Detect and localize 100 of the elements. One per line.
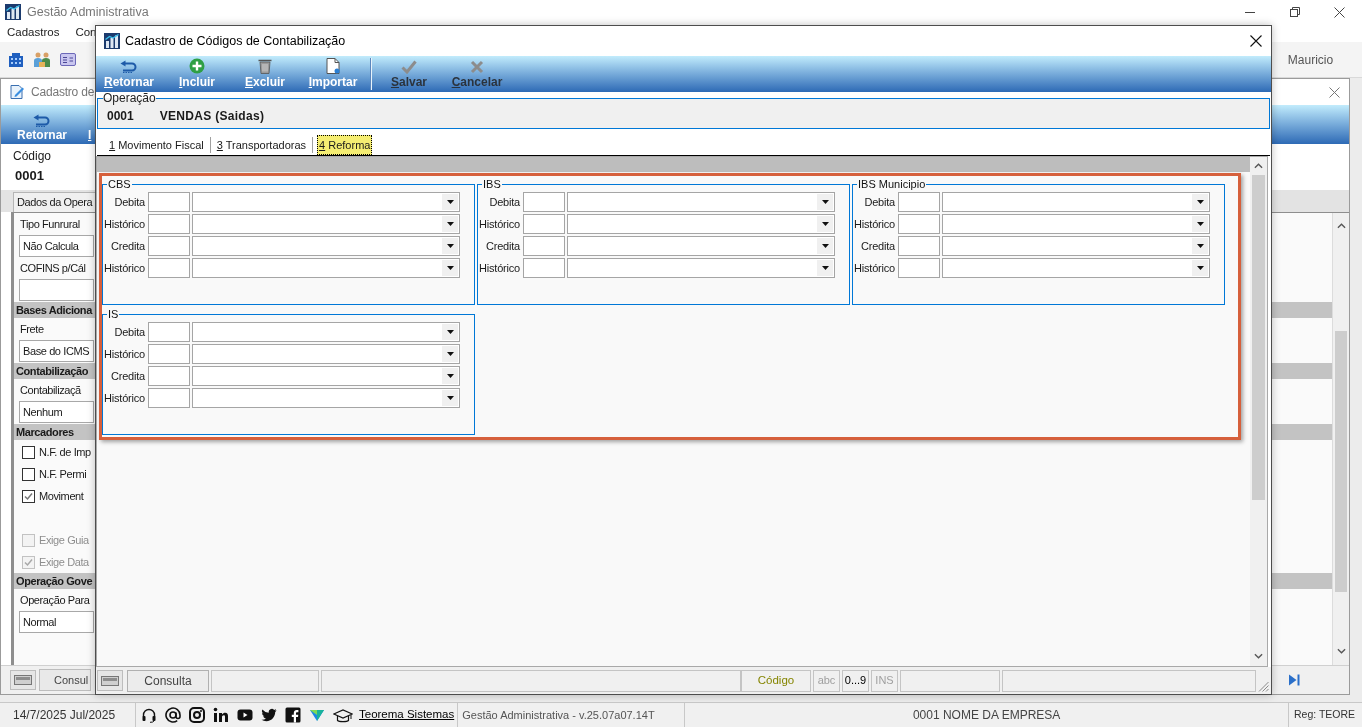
text-field[interactable] [148,236,190,256]
panel-button[interactable] [97,670,123,691]
tab[interactable]: Dados da Opera [13,192,97,212]
dropdown-field[interactable] [192,236,460,256]
search-key-indicator: Código [741,669,811,692]
dropdown-field[interactable] [192,366,460,386]
text-field[interactable] [898,192,940,212]
dropdown-field[interactable] [942,192,1210,212]
text-field[interactable] [898,214,940,234]
youtube-icon [237,707,253,723]
checkbox-label: Exige Data [39,554,89,570]
plus-circle-icon [189,58,205,74]
website-link[interactable]: Teorema Sistemas [359,706,455,724]
tab[interactable]: Consulta [127,669,209,692]
tab[interactable]: 4 Reforma [317,135,373,155]
operation-name: VENDAS (Saidas) [159,107,265,125]
last-record-button[interactable] [1286,672,1302,688]
return-arrow-icon [33,114,51,128]
caret-down-icon [446,244,454,248]
document-icon [326,58,340,74]
dropdown-field[interactable] [942,236,1210,256]
text-field[interactable] [898,236,940,256]
section-header: Marcadores [16,424,74,440]
document-edit-icon [9,84,25,100]
text-field[interactable] [523,258,565,278]
dropdown-field[interactable] [942,258,1210,278]
text-field[interactable]: Base do ICMS [19,340,94,362]
tab[interactable]: 1 Movimento Fiscal [107,135,206,155]
toolbar-button[interactable]: Retornar [11,105,73,144]
dropdown-field[interactable] [567,236,835,256]
text-field[interactable]: Normal [19,611,94,633]
checkbox[interactable] [22,445,35,459]
caret-down-icon [1196,266,1204,270]
checkbox-label: Moviment [39,488,84,504]
dropdown-field[interactable] [567,258,835,278]
dropdown-field[interactable] [192,388,460,408]
dropdown-field[interactable] [567,214,835,234]
text-field[interactable] [19,279,94,301]
field-label: Histórico [853,260,895,276]
tab[interactable]: 3 Transportadoras [214,135,309,155]
caret-down-icon [1196,222,1204,226]
text-field[interactable] [523,192,565,212]
caret-down-icon [446,374,454,378]
text-field[interactable] [898,258,940,278]
toolbar-button[interactable]: Incluir [166,56,228,92]
menu-item[interactable]: Cadastros [7,24,60,42]
people-icon [33,50,51,69]
text-field[interactable] [148,214,190,234]
text-field[interactable] [148,258,190,278]
panel-button[interactable] [10,670,36,690]
dropdown-field[interactable] [192,322,460,342]
dropdown-field[interactable] [192,258,460,278]
toolbar-button[interactable]: Importar [302,56,364,92]
linkedin-icon [213,707,229,723]
chevron-up-icon [1336,222,1346,229]
company-name: 0001 NOME DA EMPRESA [684,703,1288,727]
window-title: Cadastro de [31,84,95,101]
field-label: Credita [109,368,145,384]
dropdown-field[interactable] [192,214,460,234]
field-label: Histórico [103,260,145,276]
text-field[interactable] [148,388,190,408]
close-icon [1250,35,1262,47]
dropdown-field[interactable] [567,192,835,212]
caret-down-icon [446,200,454,204]
checkbox[interactable] [22,467,35,481]
field-label: Credita [484,238,520,254]
caret-down-icon [821,200,829,204]
scrollbar-thumb[interactable] [1335,331,1347,592]
tab[interactable]: Consul [39,669,92,691]
caret-down-icon [821,244,829,248]
checkbox-label: N.F. Permi [39,466,87,482]
version-text: Gestão Administrativa - v.25.07a07.14T [457,703,685,727]
checkmark-icon [401,60,417,74]
text-field[interactable]: Não Calcula [19,235,94,257]
toolbar-button[interactable]: I [88,105,92,144]
date-text: 14/7/2025 Jul/2025 [0,703,136,727]
headset-icon [141,707,157,723]
text-field[interactable] [148,322,190,342]
dropdown-field[interactable] [192,192,460,212]
text-field[interactable] [148,192,190,212]
scrollbar-thumb[interactable] [1252,175,1265,500]
group-title: IS [107,308,120,321]
group-title: CBS [107,178,132,191]
text-field[interactable] [148,366,190,386]
text-field[interactable] [523,236,565,256]
field-label: Tipo Funrural [20,217,80,233]
toolbar-button[interactable]: Retornar [98,56,160,92]
text-field[interactable]: Nenhum [19,401,94,423]
checkbox[interactable] [22,489,35,503]
text-field[interactable] [148,344,190,364]
section-header: Bases Adiciona [16,302,92,318]
section-header: Contabilização [16,363,89,379]
field-label: Debita [863,194,895,210]
toolbar-button[interactable]: Excluir [234,56,296,92]
text-field[interactable] [523,214,565,234]
field-label: Histórico [478,260,520,276]
close-icon [1334,6,1345,18]
dropdown-field[interactable] [942,214,1210,234]
field-label: Histórico [478,216,520,232]
dropdown-field[interactable] [192,344,460,364]
